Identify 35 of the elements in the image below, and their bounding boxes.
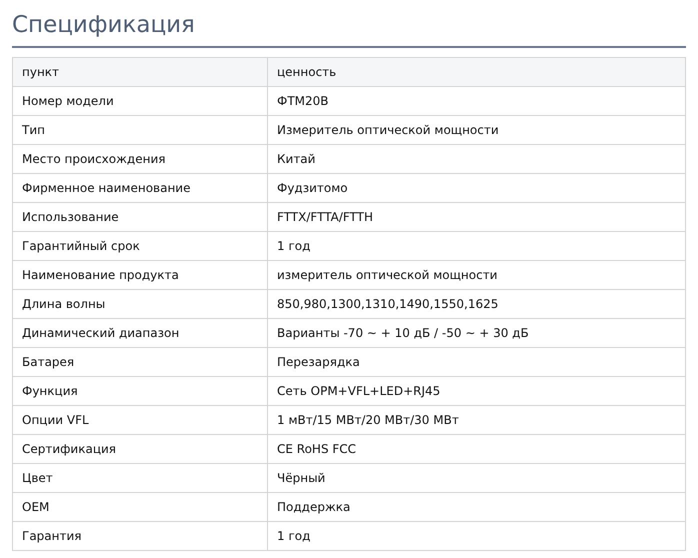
table-cell: Варианты -70 ~ + 10 дБ / -50 ~ + 30 дБ [268,318,686,348]
table-cell: Батарея [12,348,268,376]
table-cell: OEM [12,492,268,522]
table-cell: Сеть OPM+VFL+LED+RJ45 [268,376,686,406]
table-cell: 1 год [268,232,686,260]
table-cell: Гарантийный срок [12,232,268,260]
table-cell: Цвет [12,464,268,492]
section-title: Спецификация [12,8,686,48]
table-cell: Тип [12,116,268,144]
table-cell: ФТМ20В [268,86,686,116]
table-cell: Опции VFL [12,406,268,434]
table-cell: Поддержка [268,492,686,522]
table-cell: Номер модели [12,86,268,116]
table-cell: 1 год [268,522,686,550]
table-cell: измеритель оптической мощности [268,260,686,290]
table-cell: FTTX/FTTA/FTTH [268,202,686,232]
table-cell: 850,980,1300,1310,1490,1550,1625 [268,290,686,318]
table-cell: Место происхождения [12,144,268,174]
header-cell: пункт [12,58,268,86]
table-cell: 1 мВт/15 МВт/20 МВт/30 МВт [268,406,686,434]
table-cell: Китай [268,144,686,174]
table-cell: Измеритель оптической мощности [268,116,686,144]
table-cell: Гарантия [12,522,268,550]
table-cell: Длина волны [12,290,268,318]
table-cell: Фирменное наименование [12,174,268,202]
table-cell: Фудзитомо [268,174,686,202]
table-cell: Использование [12,202,268,232]
header-cell: ценность [268,58,686,86]
table-cell: Динамический диапазон [12,318,268,348]
table-cell: Чёрный [268,464,686,492]
table-cell: Сертификация [12,434,268,464]
table-cell: Функция [12,376,268,406]
table-cell: Наименование продукта [12,260,268,290]
table-cell: CE RoHS FCC [268,434,686,464]
table-cell: Перезарядка [268,348,686,376]
